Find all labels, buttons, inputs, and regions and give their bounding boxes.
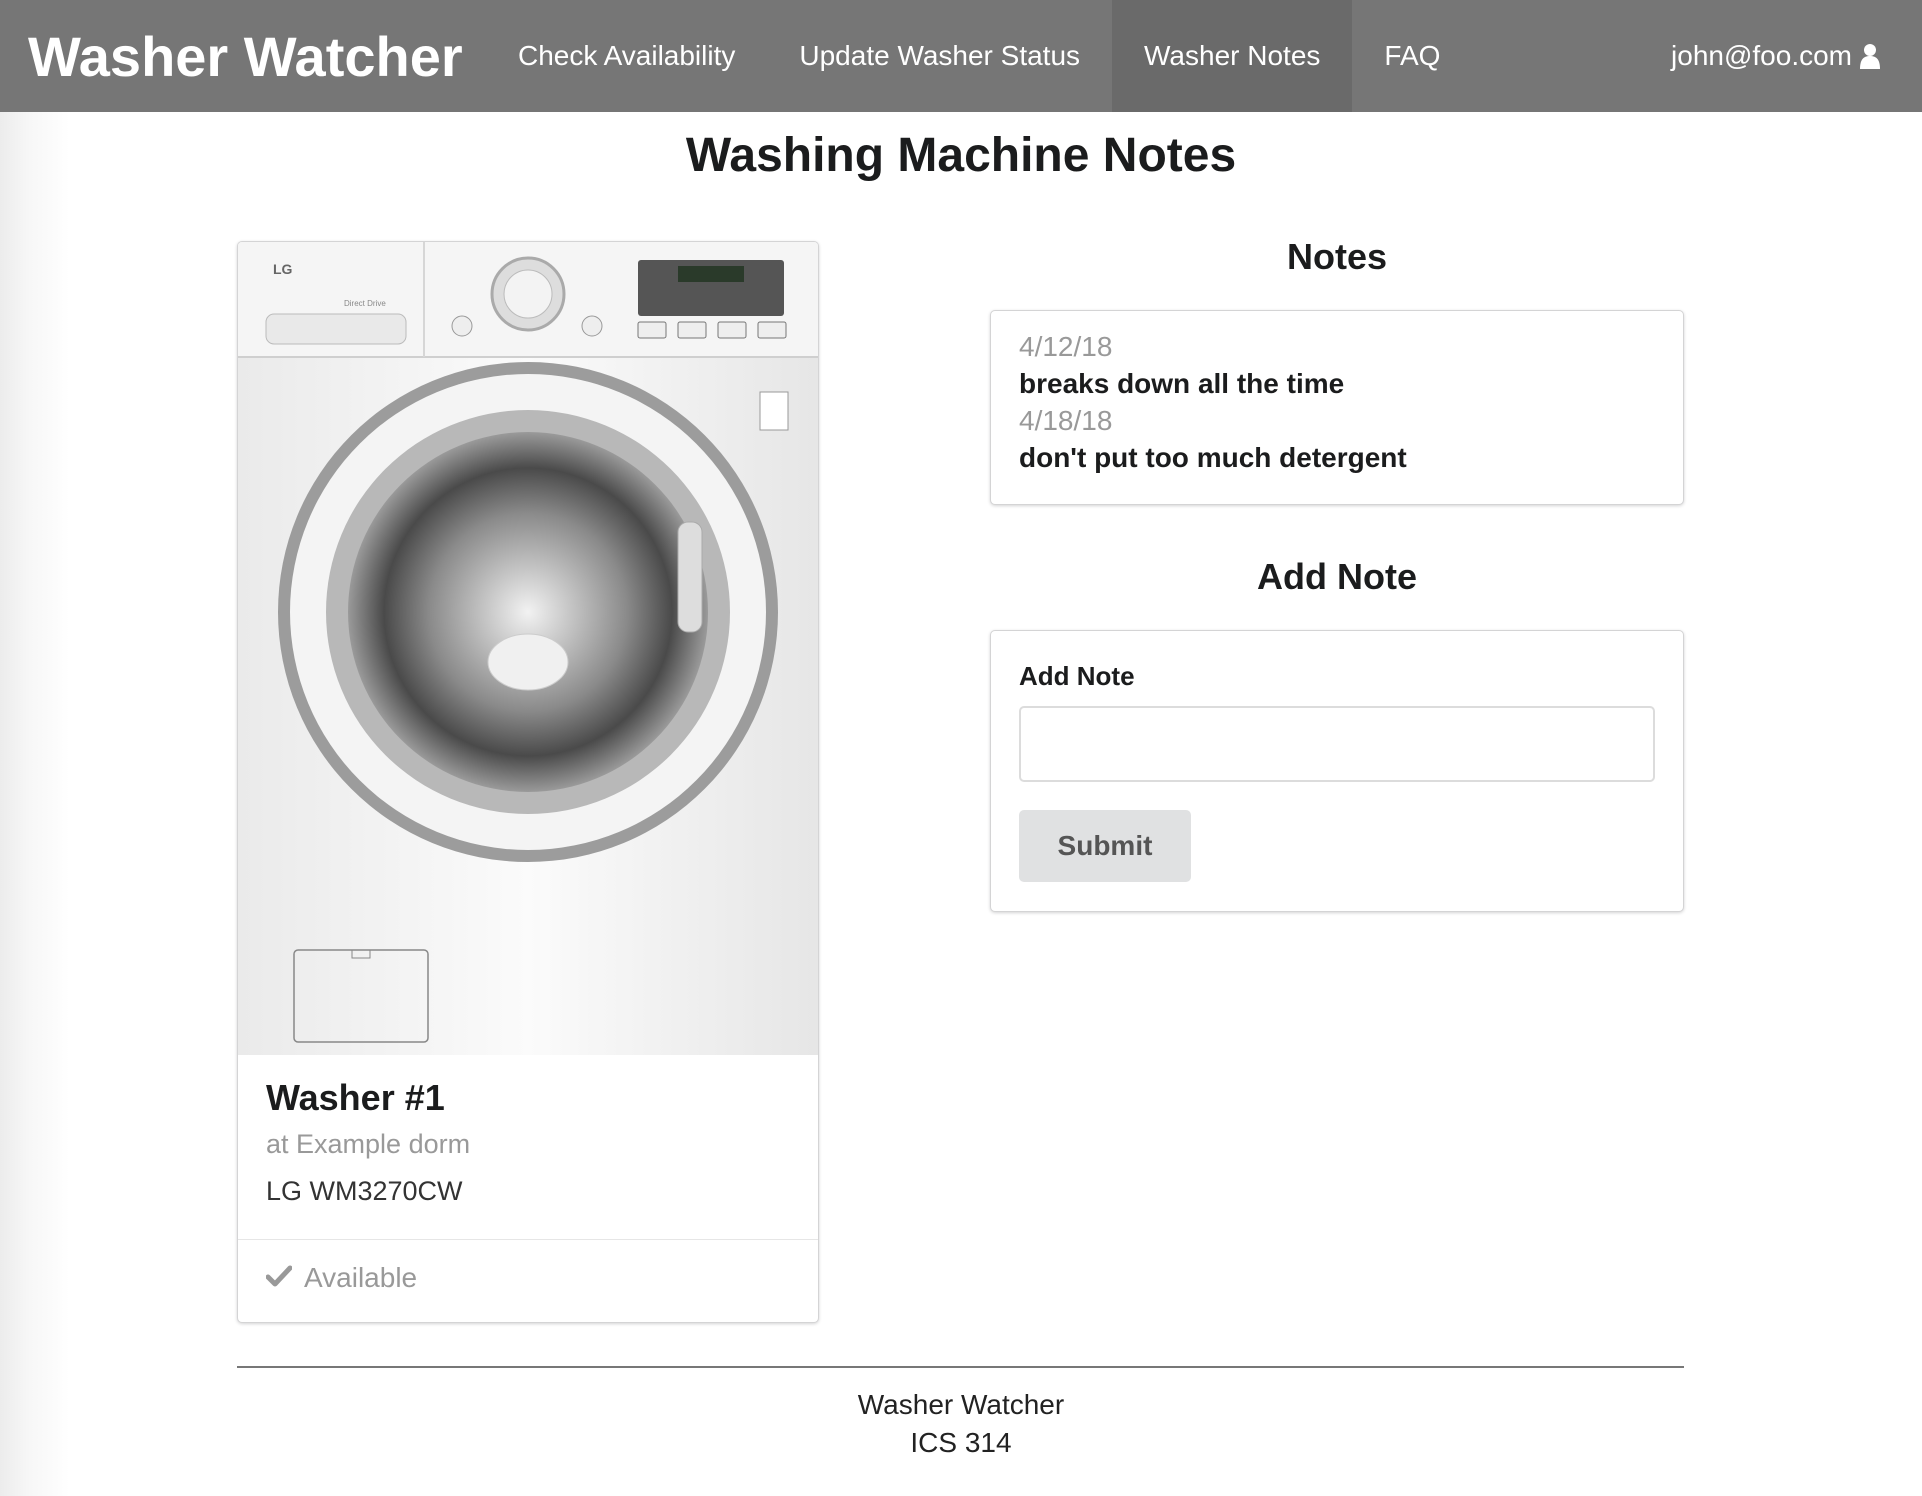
footer: Washer Watcher ICS 314 (0, 1386, 1922, 1462)
notes-title: Notes (1286, 236, 1388, 277)
checkmark-icon (265, 1262, 293, 1294)
user-icon (1860, 43, 1880, 69)
washer-brand-text: LG (273, 261, 293, 277)
nav-washer-notes[interactable]: Washer Notes (1112, 0, 1353, 112)
add-note-input[interactable] (1019, 706, 1655, 782)
nav-check-availability[interactable]: Check Availability (486, 0, 767, 112)
user-menu[interactable]: john@foo.com (1671, 0, 1922, 112)
footer-line-1: Washer Watcher (857, 1389, 1065, 1420)
washer-model: LG WM3270CW (266, 1176, 463, 1206)
submit-button[interactable]: Submit (1019, 810, 1191, 882)
washer-card-content: Washer #1 at Example dorm LG WM3270CW (238, 1055, 818, 1240)
page-title: Washing Machine Notes (685, 129, 1237, 182)
washer-card: LG Direct Drive Washer #1 at Example dor… (237, 241, 819, 1323)
top-navbar: Washer Watcher Check Availability Update… (0, 0, 1922, 112)
add-note-form: Add Note Submit (990, 630, 1684, 912)
status-text: Available (304, 1262, 418, 1293)
note-text: don't put too much detergent (1019, 442, 1407, 473)
brand-logo[interactable]: Washer Watcher (0, 0, 486, 112)
user-email: john@foo.com (1671, 40, 1852, 71)
add-note-title: Add Note (1257, 556, 1417, 597)
add-note-label: Add Note (1019, 661, 1135, 691)
nav-faq[interactable]: FAQ (1352, 0, 1472, 112)
washer-panel-text: Direct Drive (344, 299, 386, 308)
footer-line-2: ICS 314 (910, 1427, 1012, 1458)
washer-status: Available (238, 1240, 818, 1316)
note-date: 4/12/18 (1019, 331, 1113, 362)
notes-list: 4/12/18 breaks down all the time 4/18/18… (990, 310, 1684, 505)
washer-location: at Example dorm (266, 1129, 471, 1159)
washer-name[interactable]: Washer #1 (266, 1077, 790, 1119)
note-text: breaks down all the time (1019, 368, 1345, 399)
note-date: 4/18/18 (1019, 405, 1113, 436)
nav-update-washer-status[interactable]: Update Washer Status (767, 0, 1112, 112)
washer-image: LG Direct Drive (238, 242, 818, 1055)
footer-divider (237, 1366, 1684, 1368)
